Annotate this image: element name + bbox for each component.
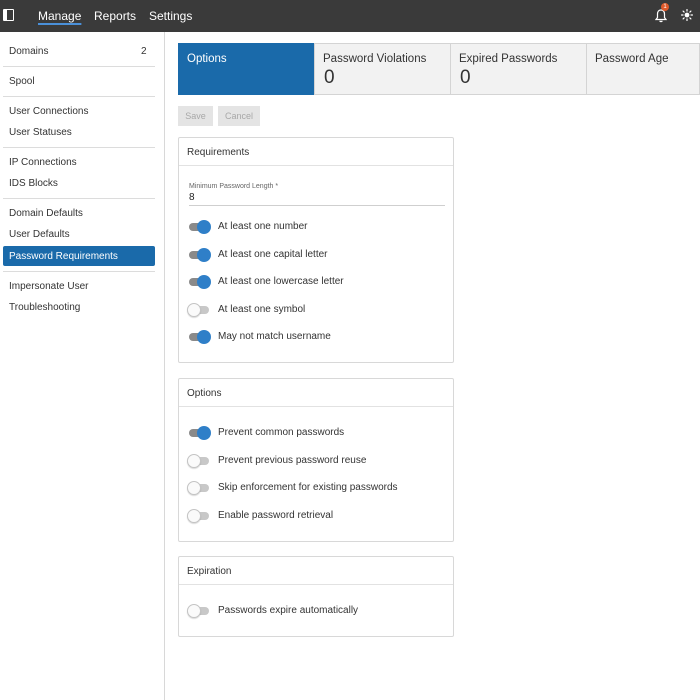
requirements-card: Requirements Minimum Password Length * 8… [178,137,454,363]
toggle-passwords-expire-label: Passwords expire automatically [218,605,359,616]
sidebar-divider [3,198,155,199]
toggle-number-label: At least one number [218,221,308,232]
min-length-input[interactable]: 8 [189,192,195,203]
tab-expired-passwords[interactable]: Expired Passwords 0 [450,43,587,95]
min-length-label: Minimum Password Length * [189,183,279,190]
requirements-title: Requirements [187,147,250,158]
sidebar-item-user-connections[interactable]: User Connections [9,106,88,117]
toggle-row-common: Prevent common passwords [187,426,447,440]
sidebar-item-spool[interactable]: Spool [9,76,35,87]
toggle-row-username: May not match username [187,330,447,344]
tab-password-age-label: Password Age [595,53,669,65]
toggle-username-label: May not match username [218,331,331,342]
sidebar-item-ip-connections[interactable]: IP Connections [9,157,77,168]
nav-manage[interactable]: Manage [38,9,81,23]
notification-badge: 1 [661,3,669,11]
options-card: Options Prevent common passwords Prevent… [178,378,454,542]
toggle-row-number: At least one number [187,220,447,234]
password-violations-count: 0 [324,67,335,88]
sidebar-item-user-statuses[interactable]: User Statuses [9,127,72,138]
toggle-passwords-expire[interactable] [187,604,211,618]
toggle-username[interactable] [187,330,211,344]
tab-password-violations[interactable]: Password Violations 0 [314,43,451,95]
options-title: Options [187,388,222,399]
save-button[interactable]: Save [178,106,213,126]
tab-password-violations-label: Password Violations [323,53,427,65]
sidebar-domains-count: 2 [141,46,147,57]
top-bar: Manage Reports Settings 1 [0,0,700,32]
toggle-symbol-label: At least one symbol [218,304,306,315]
options-card-header: Options [179,379,453,407]
tab-expired-passwords-label: Expired Passwords [459,53,558,65]
toggle-row-expire: Passwords expire automatically [187,604,447,618]
sidebar-divider [3,271,155,272]
toggle-row-reuse: Prevent previous password reuse [187,454,447,468]
sidebar-item-impersonate-user[interactable]: Impersonate User [9,281,88,292]
tab-password-age[interactable]: Password Age [586,43,700,95]
min-length-underline [189,205,445,206]
toggle-skip-enforcement[interactable] [187,481,211,495]
sidebar: Domains 2 Spool User Connections User St… [0,32,165,700]
toggle-common-passwords-label: Prevent common passwords [218,427,345,438]
toggle-row-lowercase: At least one lowercase letter [187,275,447,289]
sidebar-item-domain-defaults[interactable]: Domain Defaults [9,208,83,219]
toggle-row-skip: Skip enforcement for existing passwords [187,481,447,495]
tab-options[interactable]: Options [178,43,315,95]
toggle-row-capital: At least one capital letter [187,248,447,262]
expiration-card: Expiration Passwords expire automaticall… [178,556,454,637]
toggle-number[interactable] [187,220,211,234]
sidebar-divider [3,147,155,148]
expiration-card-header: Expiration [179,557,453,585]
toggle-password-reuse[interactable] [187,454,211,468]
expiration-title: Expiration [187,566,232,577]
sidebar-item-ids-blocks[interactable]: IDS Blocks [9,178,58,189]
sun-icon[interactable] [681,9,693,21]
toggle-row-retrieval: Enable password retrieval [187,509,447,523]
sidebar-divider [3,96,155,97]
toggle-row-symbol: At least one symbol [187,303,447,317]
toggle-common-passwords[interactable] [187,426,211,440]
sidebar-item-password-requirements-label[interactable]: Password Requirements [9,251,118,262]
toggle-capital[interactable] [187,248,211,262]
toggle-password-retrieval-label: Enable password retrieval [218,510,334,521]
toggle-capital-label: At least one capital letter [218,249,328,260]
bell-icon[interactable] [655,9,667,23]
cancel-button[interactable]: Cancel [218,106,260,126]
toggle-password-reuse-label: Prevent previous password reuse [218,455,367,466]
sidebar-item-troubleshooting[interactable]: Troubleshooting [9,302,80,313]
toggle-symbol[interactable] [187,303,211,317]
sidebar-item-domains[interactable]: Domains [9,46,48,57]
toggle-lowercase[interactable] [187,275,211,289]
toggle-password-retrieval[interactable] [187,509,211,523]
nav-settings[interactable]: Settings [149,9,192,23]
nav-reports[interactable]: Reports [94,9,136,23]
requirements-card-header: Requirements [179,138,453,166]
tab-options-label: Options [187,53,227,65]
sidebar-divider [3,66,155,67]
toggle-lowercase-label: At least one lowercase letter [218,276,344,287]
toggle-skip-enforcement-label: Skip enforcement for existing passwords [218,482,398,493]
sidebar-item-user-defaults[interactable]: User Defaults [9,229,70,240]
expired-passwords-count: 0 [460,67,471,88]
sidebar-toggle-icon[interactable] [3,9,14,21]
